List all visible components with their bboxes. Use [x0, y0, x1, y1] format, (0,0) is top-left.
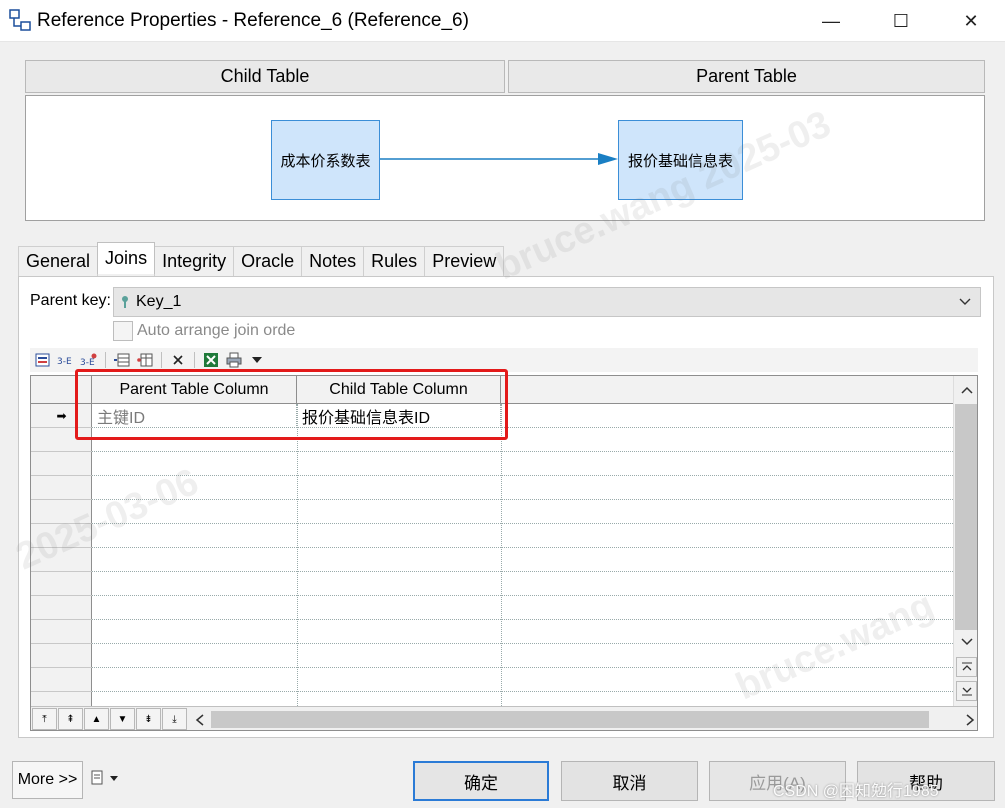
tab-notes[interactable]: Notes [301, 246, 365, 276]
tab-bar: General Joins Integrity Oracle Notes Rul… [18, 242, 505, 276]
window-title: Reference Properties - Reference_6 (Refe… [37, 10, 469, 31]
page-up-nav-icon[interactable]: ⇞ [58, 708, 83, 730]
page-down-nav-icon[interactable]: ⇟ [136, 708, 161, 730]
csdn-credit-watermark: CSDN @困知勉行1985 [773, 783, 939, 800]
row-selector[interactable] [31, 668, 92, 692]
more-button[interactable]: More >> [12, 761, 83, 799]
table-row[interactable] [31, 596, 953, 620]
table-row[interactable] [31, 476, 953, 500]
horizontal-scrollbar[interactable] [191, 709, 975, 730]
toolbar-separator [161, 352, 162, 368]
parent-key-value: Key_1 [136, 293, 182, 310]
tab-preview[interactable]: Preview [424, 246, 505, 276]
parent-key-label: Parent key: [30, 292, 111, 309]
reference-app-icon [9, 9, 31, 31]
auto-arrange-checkbox[interactable] [113, 321, 133, 341]
minimize-button[interactable]: — [808, 0, 854, 42]
page-up-icon[interactable] [956, 657, 977, 677]
parent-table-header[interactable]: Parent Table [508, 60, 985, 93]
properties-icon[interactable] [33, 351, 53, 369]
page-down-icon[interactable] [956, 681, 977, 701]
parent-table-entity[interactable]: 报价基础信息表 [618, 120, 743, 200]
table-row[interactable] [31, 452, 953, 476]
child-table-entity[interactable]: 成本价系数表 [271, 120, 380, 200]
maximize-button[interactable]: ☐ [878, 0, 924, 42]
add-row-icon[interactable]: 3-E [56, 351, 76, 369]
close-button[interactable]: ✕ [948, 0, 994, 42]
toolbar-separator [105, 352, 106, 368]
print-menu-icon [91, 770, 118, 785]
row-selector[interactable] [31, 524, 92, 548]
ok-button[interactable]: 确定 [413, 761, 549, 801]
table-row[interactable] [31, 524, 953, 548]
reference-arrow [380, 153, 618, 165]
row-selector[interactable] [31, 596, 92, 620]
horizontal-scroll-thumb[interactable] [211, 711, 929, 728]
excel-export-icon[interactable] [201, 351, 221, 369]
dropdown-arrow-icon[interactable] [247, 351, 267, 369]
row-selector[interactable] [31, 572, 92, 596]
table-row[interactable] [31, 620, 953, 644]
reuse-columns-icon[interactable] [112, 351, 132, 369]
table-row[interactable] [31, 548, 953, 572]
svg-text:3-E: 3-E [57, 357, 72, 366]
grid-navigation-bar: ⤒ ⇞ ▲ ▼ ⇟ ⤓ [31, 706, 977, 730]
row-selector[interactable] [31, 500, 92, 524]
table-row[interactable] [31, 644, 953, 668]
highlight-annotation-box [75, 369, 508, 440]
table-row[interactable] [31, 500, 953, 524]
move-top-icon[interactable]: ⤒ [32, 708, 57, 730]
parent-key-select[interactable]: Key_1 [113, 287, 981, 317]
tab-oracle[interactable]: Oracle [233, 246, 303, 276]
cancel-button[interactable]: 取消 [561, 761, 698, 801]
vertical-scroll-thumb[interactable] [955, 404, 977, 630]
scroll-down-icon[interactable] [956, 632, 977, 652]
auto-arrange-label: Auto arrange join orde [137, 322, 296, 339]
print-menu[interactable] [90, 770, 120, 790]
toolbar-separator [194, 352, 195, 368]
scroll-right-icon[interactable] [965, 714, 975, 726]
table-row[interactable] [31, 572, 953, 596]
tab-joins[interactable]: Joins [97, 242, 156, 274]
move-bottom-icon[interactable]: ⤓ [162, 708, 187, 730]
chevron-down-icon [959, 298, 971, 305]
child-table-header[interactable]: Child Table [25, 60, 505, 93]
tab-general[interactable]: General [18, 246, 99, 276]
insert-row-icon[interactable]: 3-E [79, 351, 99, 369]
move-up-icon[interactable]: ▲ [84, 708, 109, 730]
row-selector[interactable] [31, 644, 92, 668]
tab-integrity[interactable]: Integrity [154, 246, 235, 276]
title-bar: Reference Properties - Reference_6 (Refe… [0, 0, 1005, 42]
row-selector[interactable] [31, 548, 92, 572]
print-icon[interactable] [224, 351, 244, 369]
vertical-scrollbar[interactable] [953, 376, 977, 706]
migrate-columns-icon[interactable] [135, 351, 155, 369]
scroll-up-icon[interactable] [956, 380, 977, 400]
reference-diagram: 成本价系数表 报价基础信息表 [25, 95, 985, 221]
svg-text:3-E: 3-E [80, 358, 95, 367]
tab-rules[interactable]: Rules [363, 246, 426, 276]
row-selector[interactable] [31, 476, 92, 500]
key-icon [122, 296, 128, 308]
row-selector[interactable] [31, 452, 92, 476]
row-selector[interactable] [31, 620, 92, 644]
delete-icon[interactable] [168, 351, 188, 369]
move-down-icon[interactable]: ▼ [110, 708, 135, 730]
scroll-left-icon[interactable] [195, 714, 205, 726]
table-row[interactable] [31, 668, 953, 692]
